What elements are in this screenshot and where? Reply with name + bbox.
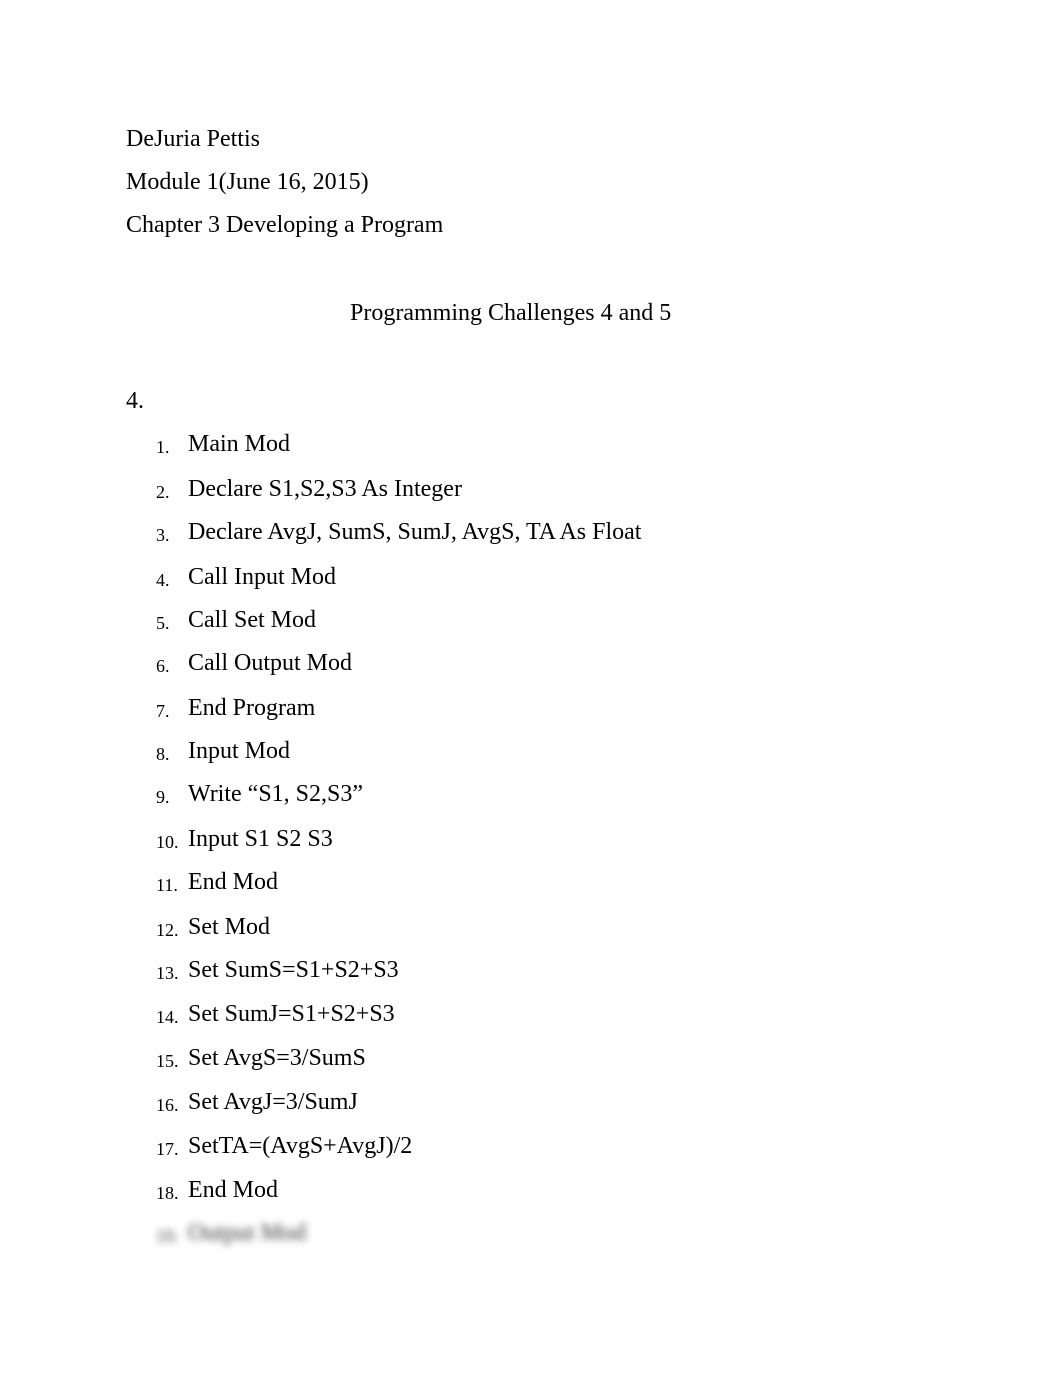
list-item-text: Set AvgJ=3/SumJ [188,1089,358,1115]
list-item: 14. Set SumJ=S1+S2+S3 [0,1000,700,1030]
list-item-text: Set Mod [188,914,271,940]
list-item: 7. End Program [0,694,700,724]
list-item-number: 17. [156,1139,179,1159]
list-item: 5. Call Set Mod [0,606,700,636]
list-item: 17. SetTA=(AvgS+AvgJ)/2 [0,1132,700,1162]
list-item: 9. Write “S1, S2,S3” [0,780,700,810]
author-name: DeJuria Pettis [126,126,260,152]
list-item: 6. Call Output Mod [0,649,700,679]
list-item-text: Call Input Mod [188,564,336,590]
list-item-number: 14. [156,1007,179,1027]
list-item: 4. Call Input Mod [0,563,700,593]
document-page: DeJuria Pettis Module 1(June 16, 2015) C… [0,0,1062,1377]
list-item-text: Main Mod [188,431,290,457]
list-item: 11. End Mod [0,868,700,898]
list-item-text: Input S1 S2 S3 [188,826,333,852]
list-item-text: Set AvgS=3/SumS [188,1045,366,1071]
list-item: 13. Set SumS=S1+S2+S3 [0,956,700,986]
list-item: 15. Set AvgS=3/SumS [0,1044,700,1074]
document-title: Programming Challenges 4 and 5 [350,300,672,326]
list-item-text: Declare S1,S2,S3 As Integer [188,476,462,502]
list-item-number: 13. [156,963,179,983]
list-item: 18. End Mod [0,1176,700,1206]
list-item-number: 8. [156,744,170,764]
chapter-title: Chapter 3 Developing a Program [126,212,444,238]
list-item: 3. Declare AvgJ, SumS, SumJ, AvgS, TA As … [0,518,700,548]
list-item-number: 15. [156,1051,179,1071]
list-item-text: End Program [188,695,316,721]
list-item-text: Declare AvgJ, SumS, SumJ, AvgS, TA As Fl… [188,519,642,545]
module-date: Module 1(June 16, 2015) [126,169,369,195]
list-item-text: Call Set Mod [188,607,317,633]
list-item: 10. Input S1 S2 S3 [0,825,700,855]
list-item-number: 10. [156,832,179,852]
list-item: 16. Set AvgJ=3/SumJ [0,1088,700,1118]
list-item-number: 11. [156,875,178,895]
list-item-number: 1. [156,437,170,457]
list-item-text: End Mod [188,1177,278,1203]
list-item: 12. Set Mod [0,913,700,943]
section-label: 4. [126,388,144,414]
list-item-number: 9. [156,787,170,807]
list-item-number: 7. [156,701,170,721]
list-item-number: 2. [156,482,170,502]
list-item-text: Write “S1, S2,S3” [188,781,364,807]
list-item-text: SetTA=(AvgS+AvgJ)/2 [188,1133,413,1159]
list-item-text: Output Mod [188,1220,307,1246]
list-item-text: Input Mod [188,738,290,764]
list-item-number: 3. [156,525,170,545]
list-item-number: 4. [156,570,170,590]
list-item-text: Set SumJ=S1+S2+S3 [188,1001,395,1027]
list-item-number: 6. [156,656,170,676]
list-item-number: 18. [156,1183,179,1203]
list-item-number: 16. [156,1095,179,1115]
list-item-number: 19. [156,1226,179,1246]
list-item-text: Set SumS=S1+S2+S3 [188,957,399,983]
list-item: 19. Output Mod [0,1219,700,1249]
list-item-number: 12. [156,920,179,940]
list-item-number: 5. [156,613,170,633]
list-item: 1. Main Mod [0,430,700,460]
list-item-text: End Mod [188,869,278,895]
list-item-text: Call Output Mod [188,650,353,676]
list-item: 8. Input Mod [0,737,700,767]
list-item: 2. Declare S1,S2,S3 As Integer [0,475,700,505]
